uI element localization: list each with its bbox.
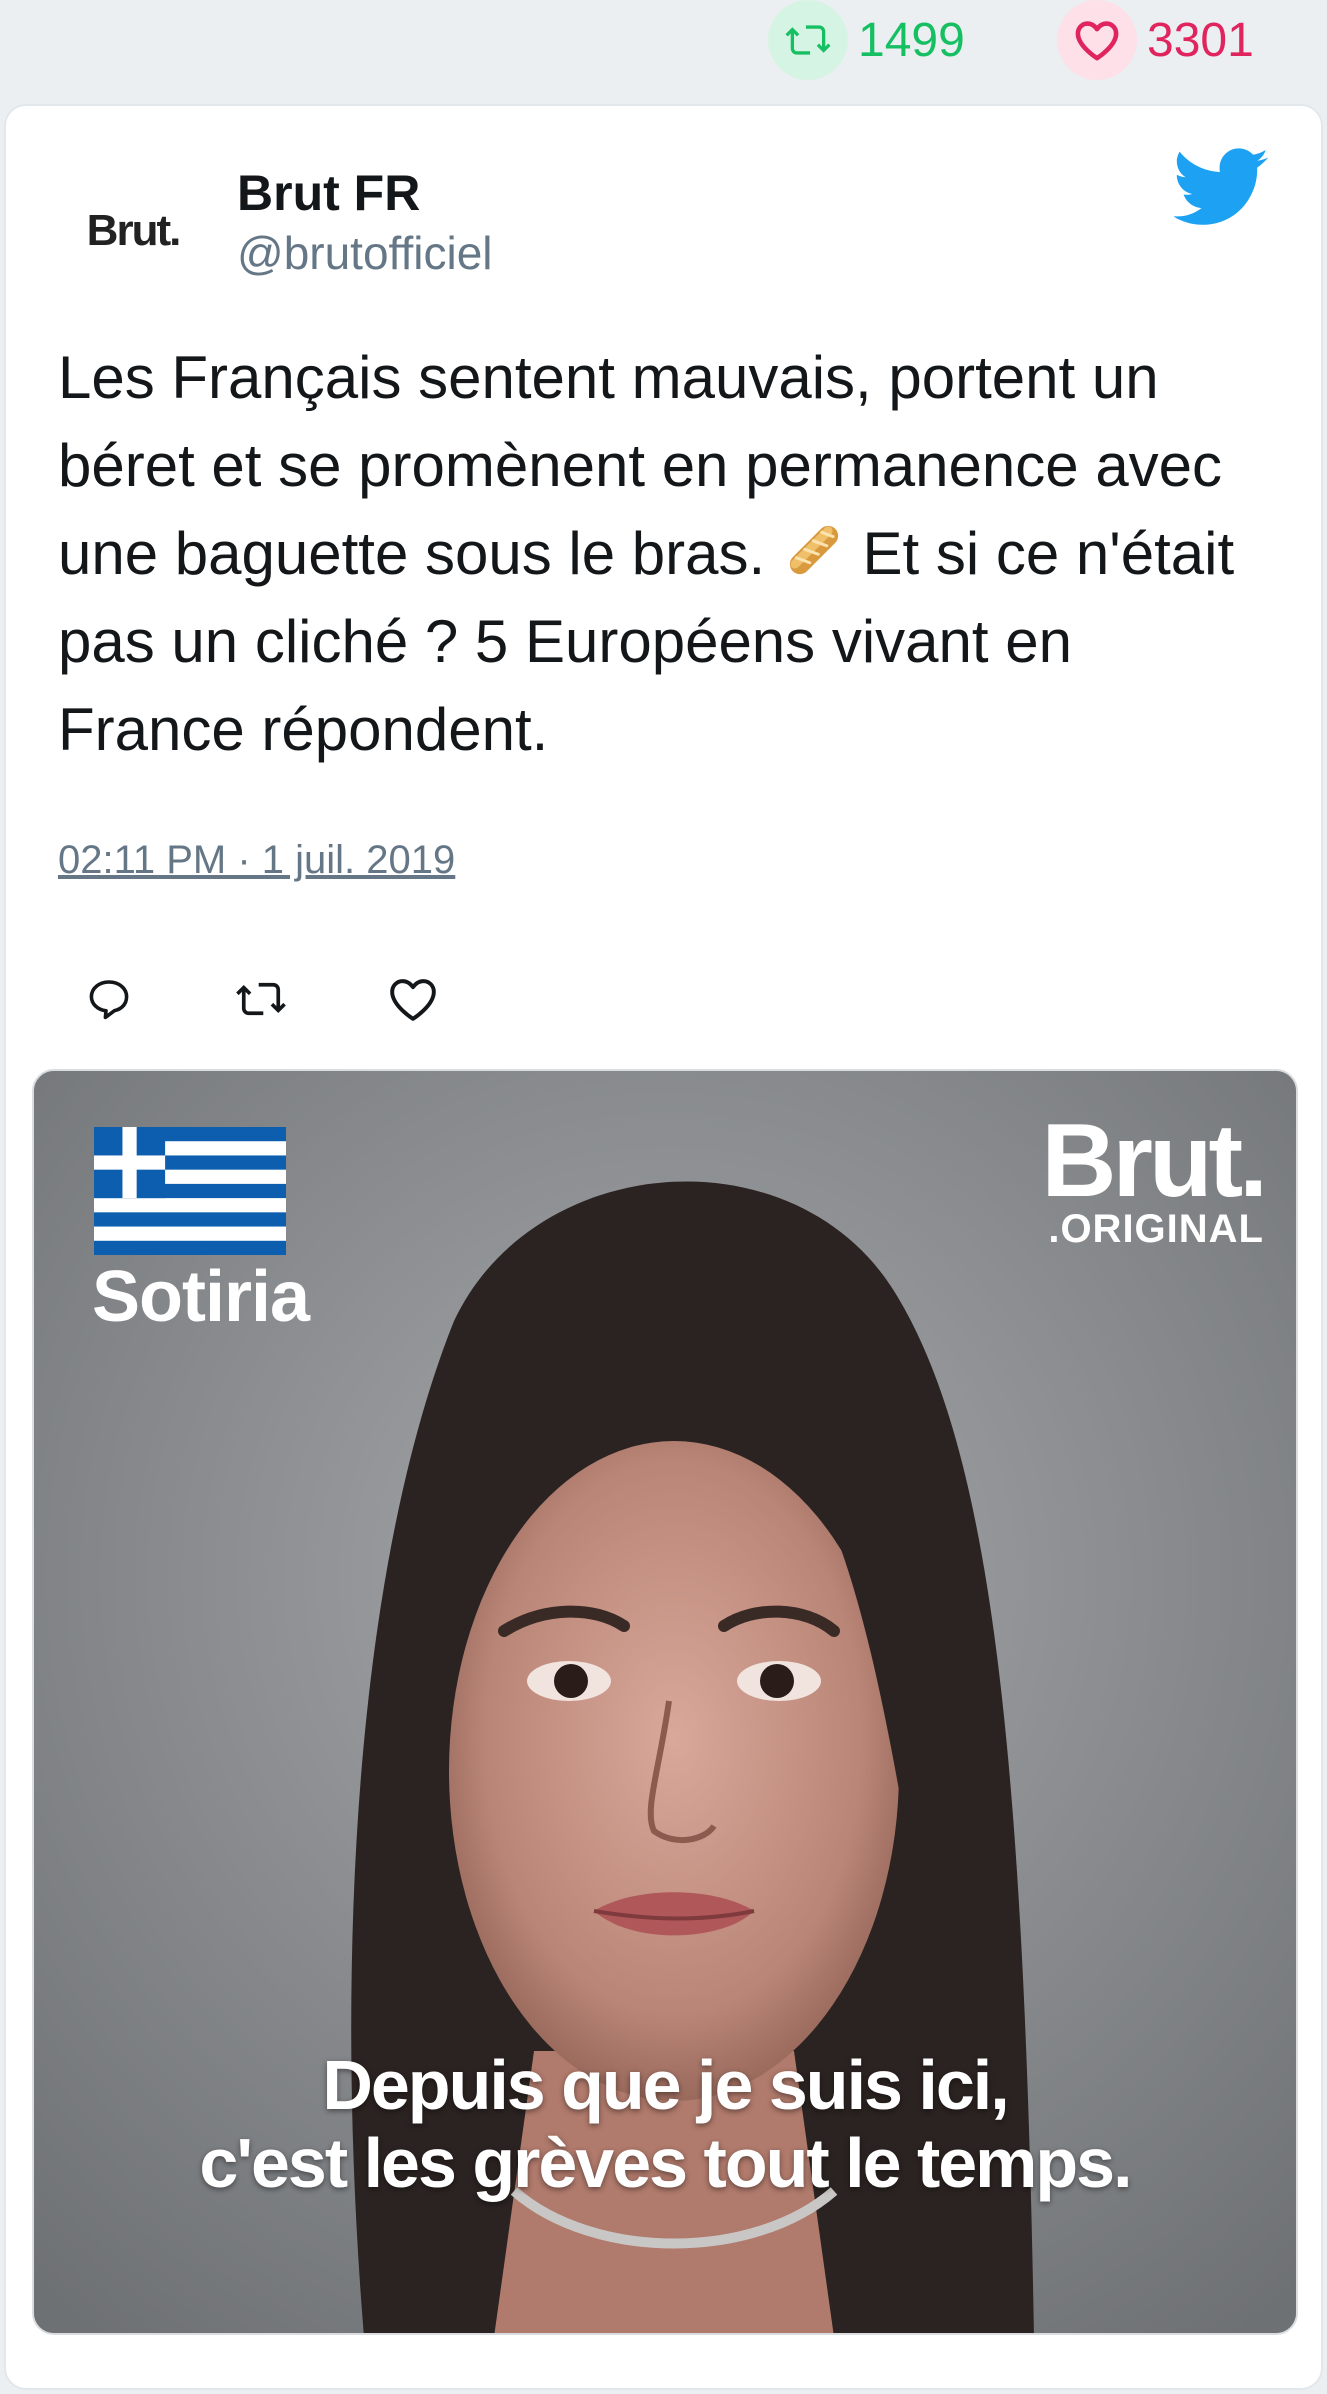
retweet-stat[interactable]: 1499: [768, 0, 965, 80]
retweet-icon: [768, 0, 848, 80]
subtitle-line-1: Depuis que je suis ici,: [322, 2046, 1009, 2124]
video-subtitle: Depuis que je suis ici, c'est les grèves…: [34, 2046, 1296, 2202]
baguette-emoji-icon: [789, 525, 838, 575]
like-count: 3301: [1147, 13, 1254, 67]
like-stat[interactable]: 3301: [1057, 0, 1254, 80]
avatar[interactable]: Brut.: [68, 186, 198, 276]
greece-flag-icon: [94, 1127, 286, 1255]
twitter-bird-icon[interactable]: [1174, 148, 1270, 228]
brut-logo-subtext: .ORIGINAL: [1048, 1207, 1264, 1251]
person-name-caption: Sotiria: [92, 1257, 310, 1337]
avatar-logo-text: Brut.: [86, 206, 182, 255]
retweet-button[interactable]: [226, 964, 296, 1034]
heart-outline-icon: [390, 979, 436, 1021]
author-handle[interactable]: @brutofficiel: [237, 226, 493, 280]
subtitle-line-2: c'est les grèves tout le temps.: [199, 2124, 1132, 2202]
reply-button[interactable]: [74, 964, 144, 1034]
tweet-timestamp[interactable]: 02:11 PM · 1 juil. 2019: [58, 838, 455, 883]
video-thumbnail[interactable]: Sotiria Brut. .ORIGINAL Depuis que je su…: [32, 1069, 1298, 2335]
reply-icon: [89, 980, 129, 1020]
tweet-stats-bar: 1499 3301: [0, 0, 1327, 100]
tweet-actions: [74, 964, 530, 1034]
tweet-text: Les Français sentent mauvais, portent un…: [58, 334, 1268, 774]
retweet-count: 1499: [858, 13, 965, 67]
like-button[interactable]: [378, 964, 448, 1034]
brut-original-logo: Brut. .ORIGINAL: [1041, 1103, 1268, 1252]
retweet-outline-icon: [236, 982, 286, 1016]
tweet-card: Brut. Brut FR @brutofficiel Les Français…: [4, 104, 1323, 2390]
brut-logo-text: Brut.: [1041, 1103, 1268, 1219]
author-name[interactable]: Brut FR: [237, 164, 420, 222]
heart-icon: [1057, 0, 1137, 80]
